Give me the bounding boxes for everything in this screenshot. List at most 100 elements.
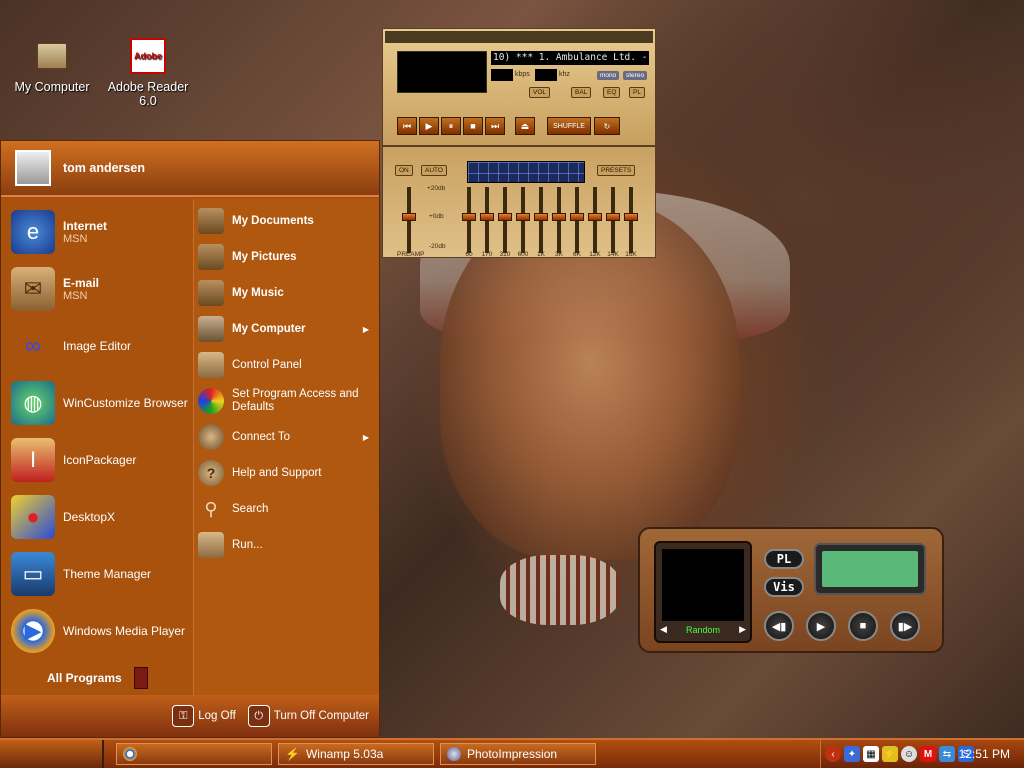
start-item-title: Windows Media Player [63,623,186,638]
start-item-iconpackager[interactable]: I IconPackager [1,431,193,488]
tray-bolt-icon[interactable]: ⚡ [882,746,898,762]
eq-band-slider[interactable] [606,187,620,253]
arrow-right-icon [133,667,148,689]
start-item-help-support[interactable]: ? Help and Support [194,455,379,491]
pause-button[interactable]: ⏸ [441,117,461,135]
globe-icon: ◍ [11,380,55,425]
start-item-run[interactable]: Run... [194,527,379,563]
eq-band-slider[interactable] [534,187,548,253]
previous-button[interactable]: ⏮ [397,117,417,135]
eq-slider-knob[interactable] [534,213,548,222]
eq-band-slider[interactable] [462,187,476,253]
next-button[interactable]: ⏭ [485,117,505,135]
eq-band-slider[interactable] [480,187,494,253]
user-name: tom andersen [63,161,145,175]
eq-auto-button[interactable]: AUTO [421,165,447,176]
eq-slider-knob[interactable] [588,213,602,222]
desktopx-icon: ● [11,494,55,539]
start-item-my-music[interactable]: My Music [194,275,379,311]
mini-previous-button[interactable]: ◀▮ [764,611,794,641]
eq-band-slider[interactable] [588,187,602,253]
eq-band-slider[interactable] [516,187,530,253]
turn-off-label: Turn Off Computer [273,710,369,722]
eq-slider-knob[interactable] [462,213,476,222]
play-icon: ▶ [11,608,55,653]
start-item-set-program-access[interactable]: Set Program Access and Defaults [194,383,379,419]
shuffle-button[interactable]: SHUFFLE [547,117,591,135]
taskbar-task-media[interactable] [116,743,272,765]
repeat-button[interactable]: ↻ [594,117,620,135]
start-button[interactable] [0,740,104,768]
eq-toggle-button[interactable]: EQ [603,87,621,98]
start-item-my-pictures[interactable]: My Pictures [194,239,379,275]
desktop-icon-my-computer[interactable]: My Computer [4,38,100,94]
eq-slider-knob[interactable] [624,213,638,222]
mini-vis-button[interactable]: Vis [764,577,804,597]
random-mode-label[interactable]: Random [686,625,720,635]
start-item-control-panel[interactable]: Control Panel [194,347,379,383]
winamp-title-bar[interactable] [385,31,653,43]
eq-on-button[interactable]: ON [395,165,413,176]
run-icon [198,532,224,558]
start-item-image-editor[interactable]: ∞ Image Editor [1,317,193,374]
arrow-right-icon[interactable]: ▶ [739,624,746,635]
eq-presets-button[interactable]: PRESETS [597,165,636,176]
eq-slider-knob[interactable] [480,213,494,222]
start-item-windows-media-player[interactable]: ▶ Windows Media Player [1,602,193,659]
log-off-button[interactable]: ⚿ Log Off [172,705,236,727]
tray-messenger-icon[interactable]: ☺ [901,746,917,762]
volume-slider[interactable]: VOL [529,87,551,98]
mini-stop-button[interactable]: ■ [848,611,878,641]
playlist-toggle-button[interactable]: PL [629,87,645,98]
balance-slider[interactable]: BAL [571,87,592,98]
tray-mail-icon[interactable]: M [920,746,936,762]
start-item-my-computer[interactable]: My Computer ▶ [194,311,379,347]
eq-slider-knob[interactable] [402,213,416,222]
eq-db-bot: -20db [429,243,446,250]
start-item-wincustomize-browser[interactable]: ◍ WinCustomize Browser [1,374,193,431]
start-item-internet[interactable]: e Internet MSN [1,203,193,260]
start-item-email[interactable]: ✉ E-mail MSN [1,260,193,317]
network-icon [198,424,224,450]
photoimpression-icon [447,747,461,761]
eq-band-slider[interactable] [498,187,512,253]
tray-expand-icon[interactable]: ‹ [825,746,841,762]
khz-label: khz [559,71,570,78]
tray-network-icon[interactable]: ⇆ [939,746,955,762]
start-item-connect-to[interactable]: Connect To ▶ [194,419,379,455]
eq-preamp-slider[interactable] [402,187,416,253]
start-item-my-documents[interactable]: My Documents [194,203,379,239]
start-item-theme-manager[interactable]: ▭ Theme Manager [1,545,193,602]
start-menu-footer: ⚿ Log Off ⏻ Turn Off Computer [1,695,379,737]
eq-slider-knob[interactable] [606,213,620,222]
tray-checkered-icon[interactable]: ▦ [863,746,879,762]
all-programs-button[interactable]: All Programs [47,667,148,689]
avatar[interactable] [15,150,51,186]
desktop-icon-adobe-reader[interactable]: Adobe Adobe Reader 6.0 [100,38,196,108]
start-item-desktopx[interactable]: ● DesktopX [1,488,193,545]
eq-slider-knob[interactable] [552,213,566,222]
mini-media-player: ◀ Random ▶ PL Vis ◀▮ ▶ ■ ▮▶ [638,527,944,653]
eq-slider-knob[interactable] [516,213,530,222]
eject-button[interactable]: ⏏ [515,117,535,135]
mini-next-button[interactable]: ▮▶ [890,611,920,641]
mini-playlist-button[interactable]: PL [764,549,804,569]
arrow-left-icon[interactable]: ◀ [660,624,667,635]
submenu-arrow-icon: ▶ [362,432,369,442]
taskbar-task-photoimpression[interactable]: PhotoImpression [440,743,596,765]
task-label: PhotoImpression [467,747,558,761]
package-icon: I [11,437,55,482]
mini-play-button[interactable]: ▶ [806,611,836,641]
turn-off-button[interactable]: ⏻ Turn Off Computer [247,705,369,727]
eq-band-slider[interactable] [624,187,638,253]
eq-slider-knob[interactable] [570,213,584,222]
stop-button[interactable]: ■ [463,117,483,135]
eq-band-slider[interactable] [552,187,566,253]
eq-band-slider[interactable] [570,187,584,253]
play-button[interactable]: ▶ [419,117,439,135]
eq-slider-knob[interactable] [498,213,512,222]
start-item-title: My Computer [232,322,306,335]
taskbar-task-winamp[interactable]: ⚡ Winamp 5.03a [278,743,434,765]
start-item-search[interactable]: ⚲ Search [194,491,379,527]
tray-app-icon[interactable]: ✦ [844,746,860,762]
